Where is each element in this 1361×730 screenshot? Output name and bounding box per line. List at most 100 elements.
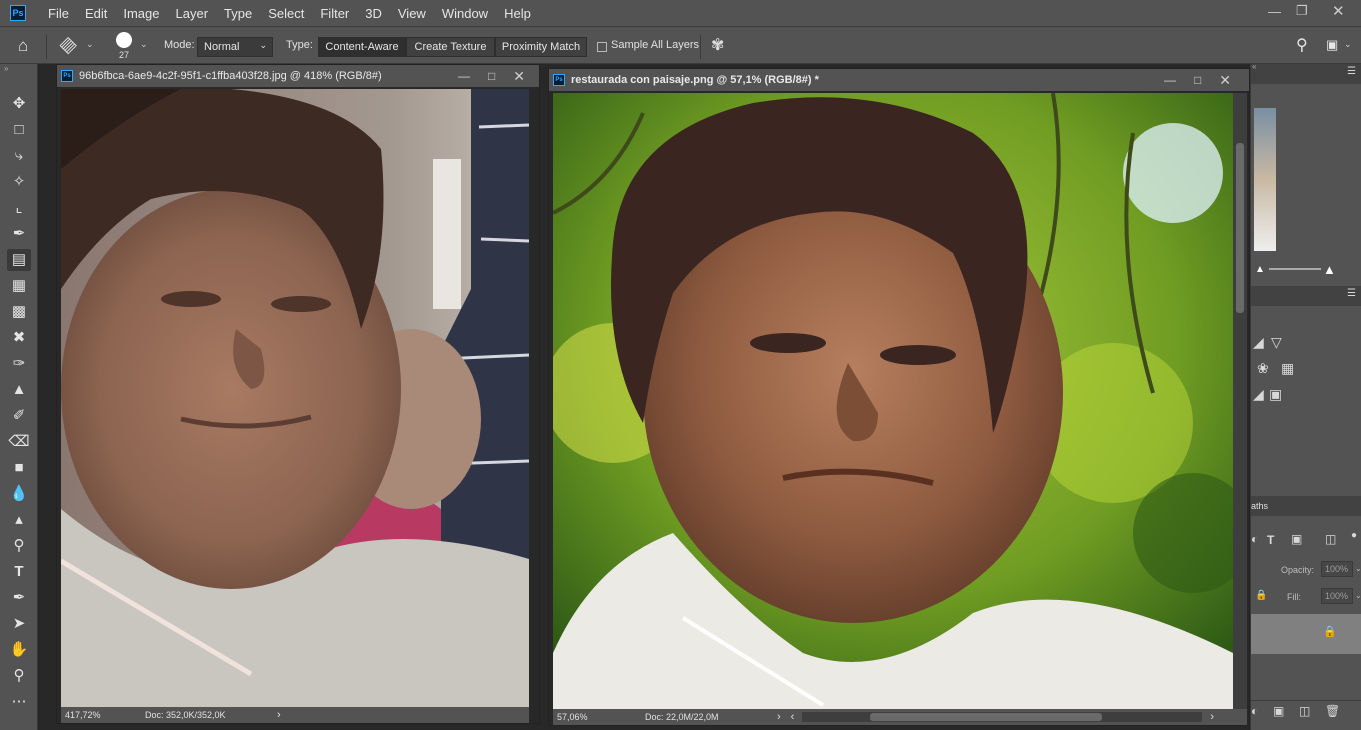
fill-field[interactable]: 100%	[1321, 588, 1353, 604]
menu-type[interactable]: Type	[216, 6, 260, 21]
marquee-tool-icon[interactable]: □	[7, 119, 31, 141]
crop-tool-icon[interactable]: ⌞	[7, 197, 31, 219]
home-icon[interactable]: ⌂	[18, 36, 28, 56]
menu-help[interactable]: Help	[496, 6, 539, 21]
pressure-size-icon[interactable]: ✾	[711, 35, 724, 55]
scroll-left-icon[interactable]: ‹	[791, 711, 795, 723]
type-proximity-match-button[interactable]: Proximity Match	[495, 37, 587, 57]
document-2-canvas[interactable]	[553, 93, 1233, 709]
delete-layer-icon[interactable]: 🗑	[1325, 704, 1340, 718]
photoshop-logo[interactable]: Ps	[10, 5, 26, 21]
menu-image[interactable]: Image	[115, 6, 167, 21]
horizontal-scrollbar[interactable]	[802, 712, 1203, 722]
adjustment-layer-icon[interactable]: ◐	[1251, 704, 1258, 718]
spot-healing-tool-preset-icon[interactable]: ▤	[55, 33, 80, 58]
sample-all-layers-checkbox[interactable]	[597, 42, 607, 52]
channel-mixer-icon[interactable]: ▦	[1281, 360, 1294, 377]
status-menu-arrow-icon[interactable]: ›	[777, 711, 781, 723]
navigator-thumbnail[interactable]	[1254, 108, 1276, 251]
move-tool-icon[interactable]: ✥	[7, 93, 31, 115]
more-tools-icon[interactable]: ⋯	[7, 691, 31, 713]
layer-row-background[interactable]: 🔒	[1251, 614, 1361, 654]
document-1-canvas[interactable]	[61, 89, 529, 707]
eraser-tool-icon[interactable]: ⌫	[7, 431, 31, 453]
type-filter-icon[interactable]: T	[1267, 533, 1274, 547]
search-icon[interactable]: ⚲	[1296, 35, 1308, 55]
maximize-icon[interactable]: □	[488, 69, 495, 83]
pixel-filter-icon[interactable]: ◐	[1251, 532, 1258, 546]
vertical-scrollbar[interactable]	[1233, 93, 1247, 709]
close-icon[interactable]: ✕	[1219, 72, 1231, 89]
menu-select[interactable]: Select	[260, 6, 312, 21]
shape-filter-icon[interactable]: ▣	[1291, 532, 1302, 546]
chevron-down-icon[interactable]: ⌄	[1355, 591, 1361, 600]
type-create-texture-button[interactable]: Create Texture	[406, 37, 495, 57]
workspace-icon[interactable]: ▣	[1326, 37, 1338, 53]
lock-icon[interactable]: 🔒	[1255, 590, 1267, 601]
document-1-titlebar[interactable]: Ps 96b6fbca-6ae9-4c2f-95f1-c1ffba403f28.…	[57, 65, 539, 87]
restore-app-icon[interactable]: ❐	[1296, 3, 1308, 19]
zoom-in-large-icon[interactable]: ▲	[1323, 262, 1336, 277]
blur-tool-icon[interactable]: 💧	[7, 483, 31, 505]
hand-tool-icon[interactable]: ✋	[7, 639, 31, 661]
gradient-tool-icon[interactable]: ■	[7, 457, 31, 479]
close-app-icon[interactable]: ✕	[1332, 2, 1345, 20]
minimize-icon[interactable]: —	[458, 69, 470, 83]
magic-wand-tool-icon[interactable]: ✧	[7, 171, 31, 193]
opacity-field[interactable]: 100%	[1321, 561, 1353, 577]
zoom-out-small-icon[interactable]: ▲	[1255, 264, 1265, 275]
menu-filter[interactable]: Filter	[312, 6, 357, 21]
menu-edit[interactable]: Edit	[77, 6, 115, 21]
color-balance-icon[interactable]: ❀	[1257, 360, 1269, 377]
content-aware-move-tool-icon[interactable]: ✖	[7, 327, 31, 349]
gradient-adjustment-icon[interactable]: ▽	[1271, 334, 1282, 351]
smart-object-filter-icon[interactable]: ◫	[1325, 532, 1336, 546]
spot-healing-tool-icon[interactable]: ▤	[7, 249, 31, 271]
new-layer-icon[interactable]: ◫	[1299, 704, 1310, 718]
zoom-tool-icon[interactable]: ⚲	[7, 665, 31, 687]
minimize-app-icon[interactable]: —	[1268, 4, 1281, 19]
gradient-map-icon[interactable]: ▣	[1269, 386, 1282, 403]
scroll-right-icon[interactable]: ›	[1210, 711, 1214, 723]
status-menu-arrow-icon[interactable]: ›	[277, 709, 281, 721]
maximize-icon[interactable]: □	[1194, 73, 1201, 87]
dodge-tool-icon[interactable]: ⚲	[7, 535, 31, 557]
close-icon[interactable]: ✕	[513, 68, 525, 85]
menu-layer[interactable]: Layer	[168, 6, 217, 21]
workspace-chevron-icon[interactable]: ⌄	[1344, 39, 1352, 50]
chevron-down-icon[interactable]: ⌄	[86, 39, 94, 50]
clone-stamp-tool-icon[interactable]: ▲	[7, 379, 31, 401]
type-content-aware-button[interactable]: Content-Aware	[318, 37, 406, 57]
path-selection-tool-icon[interactable]: ➤	[7, 613, 31, 635]
patch-tool-icon[interactable]: ▩	[7, 301, 31, 323]
filter-toggle-icon[interactable]: ●	[1351, 530, 1357, 541]
brush-preview-icon[interactable]	[116, 32, 132, 48]
pen-tool-icon[interactable]: ✒	[7, 587, 31, 609]
sharpen-tool-icon[interactable]: ▴	[7, 509, 31, 531]
type-tool-icon[interactable]: T	[7, 561, 31, 583]
panel-menu-icon[interactable]: ☰	[1347, 66, 1356, 77]
zoom-level[interactable]: 57,06%	[557, 712, 645, 722]
collapse-panel-icon[interactable]: »	[4, 64, 8, 73]
menu-window[interactable]: Window	[434, 6, 496, 21]
minimize-icon[interactable]: —	[1164, 73, 1176, 87]
menu-file[interactable]: File	[40, 6, 77, 21]
levels-adjustment-icon[interactable]: ◢	[1253, 334, 1264, 351]
healing-brush-tool-icon[interactable]: ▦	[7, 275, 31, 297]
vertical-scroll-thumb[interactable]	[1236, 143, 1244, 313]
brush-tool-icon[interactable]: ✑	[7, 353, 31, 375]
lasso-tool-icon[interactable]: ⤷	[7, 145, 31, 167]
mode-select[interactable]: Normal ⌄	[197, 37, 273, 57]
collapse-panel-icon[interactable]: «	[1252, 62, 1256, 71]
new-group-icon[interactable]: ▣	[1273, 704, 1284, 718]
chevron-down-icon[interactable]: ⌄	[1355, 564, 1361, 573]
threshold-icon[interactable]: ◢	[1253, 386, 1264, 403]
horizontal-scroll-thumb[interactable]	[870, 713, 1103, 721]
zoom-level[interactable]: 417,72%	[65, 710, 145, 720]
menu-3d[interactable]: 3D	[357, 6, 390, 21]
panel-menu-icon[interactable]: ☰	[1347, 288, 1356, 299]
document-2-titlebar[interactable]: Ps restaurada con paisaje.png @ 57,1% (R…	[549, 69, 1249, 91]
history-brush-tool-icon[interactable]: ✐	[7, 405, 31, 427]
menu-view[interactable]: View	[390, 6, 434, 21]
brush-picker-chevron-icon[interactable]: ⌄	[140, 39, 148, 50]
